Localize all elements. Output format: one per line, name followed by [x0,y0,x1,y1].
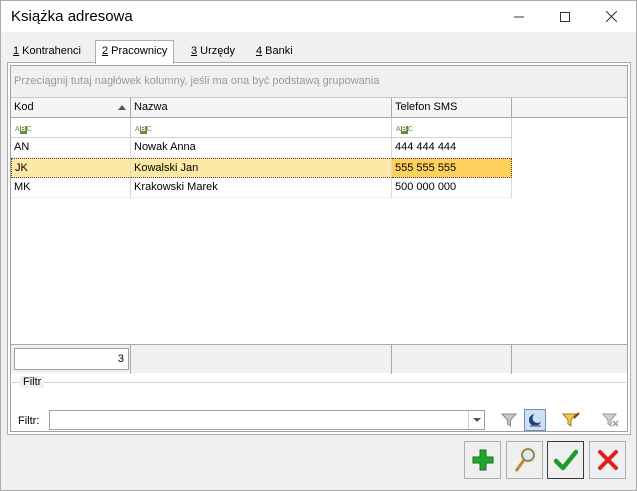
funnel-edit-icon [562,412,580,427]
minimize-icon [514,16,524,17]
tab-kontrahenci[interactable]: 1 Kontrahenci [7,42,87,63]
cell-kod[interactable]: AN [11,138,131,158]
ok-button[interactable] [547,441,584,479]
column-header-label: Telefon SMS [395,101,458,113]
filter-dropdown-button[interactable] [468,411,484,429]
x-icon [597,450,618,470]
close-icon [605,11,617,22]
record-count: 3 [14,348,129,370]
tab-panel-pracownicy: Przeciągnij tutaj nagłówek kolumny, jeśl… [7,62,631,435]
construct-filter-button[interactable] [560,409,582,431]
column-header-filler [512,98,627,118]
plus-icon [472,449,493,471]
add-button[interactable] [464,441,501,479]
group-by-area[interactable]: Przeciągnij tutaj nagłówek kolumny, jeśl… [11,66,627,98]
tab-label: Urzędy [197,45,236,57]
footer-segment [131,345,392,374]
filter-cell-telefon-sms[interactable]: ABC [392,118,512,138]
tab-banki[interactable]: 4 Banki [250,42,299,63]
column-header-label: Nazwa [134,101,168,113]
magnifier-icon [514,448,535,472]
tab-label: Banki [262,45,293,57]
cell-telefon-sms[interactable]: 444 444 444 [392,138,512,158]
filter-cell-kod[interactable]: ABC [11,118,131,138]
active-filter-toggle[interactable] [524,409,546,431]
employees-grid: Przeciągnij tutaj nagłówek kolumny, jeśl… [10,65,628,432]
column-header-telefon-sms[interactable]: Telefon SMS [392,98,512,118]
cancel-button[interactable] [589,441,626,479]
tab-label: Pracownicy [108,45,168,57]
preview-button[interactable] [506,441,543,479]
tab-urzedy[interactable]: 3 Urzędy [185,42,241,63]
window-title: Książka adresowa [11,8,133,25]
text-filter-icon: ABC [15,126,32,134]
filter-combobox[interactable] [49,410,485,430]
tab-strip: 1 Kontrahenci 2 Pracownicy 3 Urzędy 4 Ba… [7,40,627,64]
chevron-down-icon [472,418,481,422]
grid-footer: 3 [11,344,627,374]
cell-kod[interactable]: JK [11,158,131,178]
title-bar: Książka adresowa [1,1,636,32]
maximize-button[interactable] [542,1,588,32]
text-filter-icon: ABC [135,126,152,134]
moon-filter-icon [529,413,543,427]
sort-ascending-icon [118,105,126,110]
cell-kod[interactable]: MK [11,178,131,198]
cell-telefon-sms[interactable]: 500 000 000 [392,178,512,198]
footer-segment: 3 [11,345,131,374]
filter-label: Filtr: [18,415,40,427]
clear-filter-button[interactable] [600,409,622,431]
checkmark-icon [553,449,578,471]
tab-label: Kontrahenci [19,45,81,57]
text-filter-icon: ABC [396,126,413,134]
tab-pracownicy[interactable]: 2 Pracownicy [95,40,175,64]
filter-cell-nazwa[interactable]: ABC [131,118,392,138]
close-button[interactable] [588,1,634,32]
filter-group-label: Filtr [20,376,45,388]
cell-nazwa[interactable]: Krakowski Marek [131,178,392,198]
cell-telefon-sms[interactable]: 555 555 555 [392,158,512,178]
address-book-window: Książka adresowa 1 Kontrahenci 2 Pracown… [0,0,637,491]
column-header-nazwa[interactable]: Nazwa [131,98,392,118]
funnel-icon [501,413,517,427]
footer-segment [392,345,512,374]
cell-nazwa[interactable]: Nowak Anna [131,138,392,158]
column-header-kod[interactable]: Kod [11,98,131,118]
maximize-icon [560,11,570,22]
minimize-button[interactable] [496,1,542,32]
cell-nazwa[interactable]: Kowalski Jan [131,158,392,178]
funnel-clear-icon [602,413,619,427]
apply-filter-button[interactable] [498,409,520,431]
column-header-label: Kod [14,101,34,113]
